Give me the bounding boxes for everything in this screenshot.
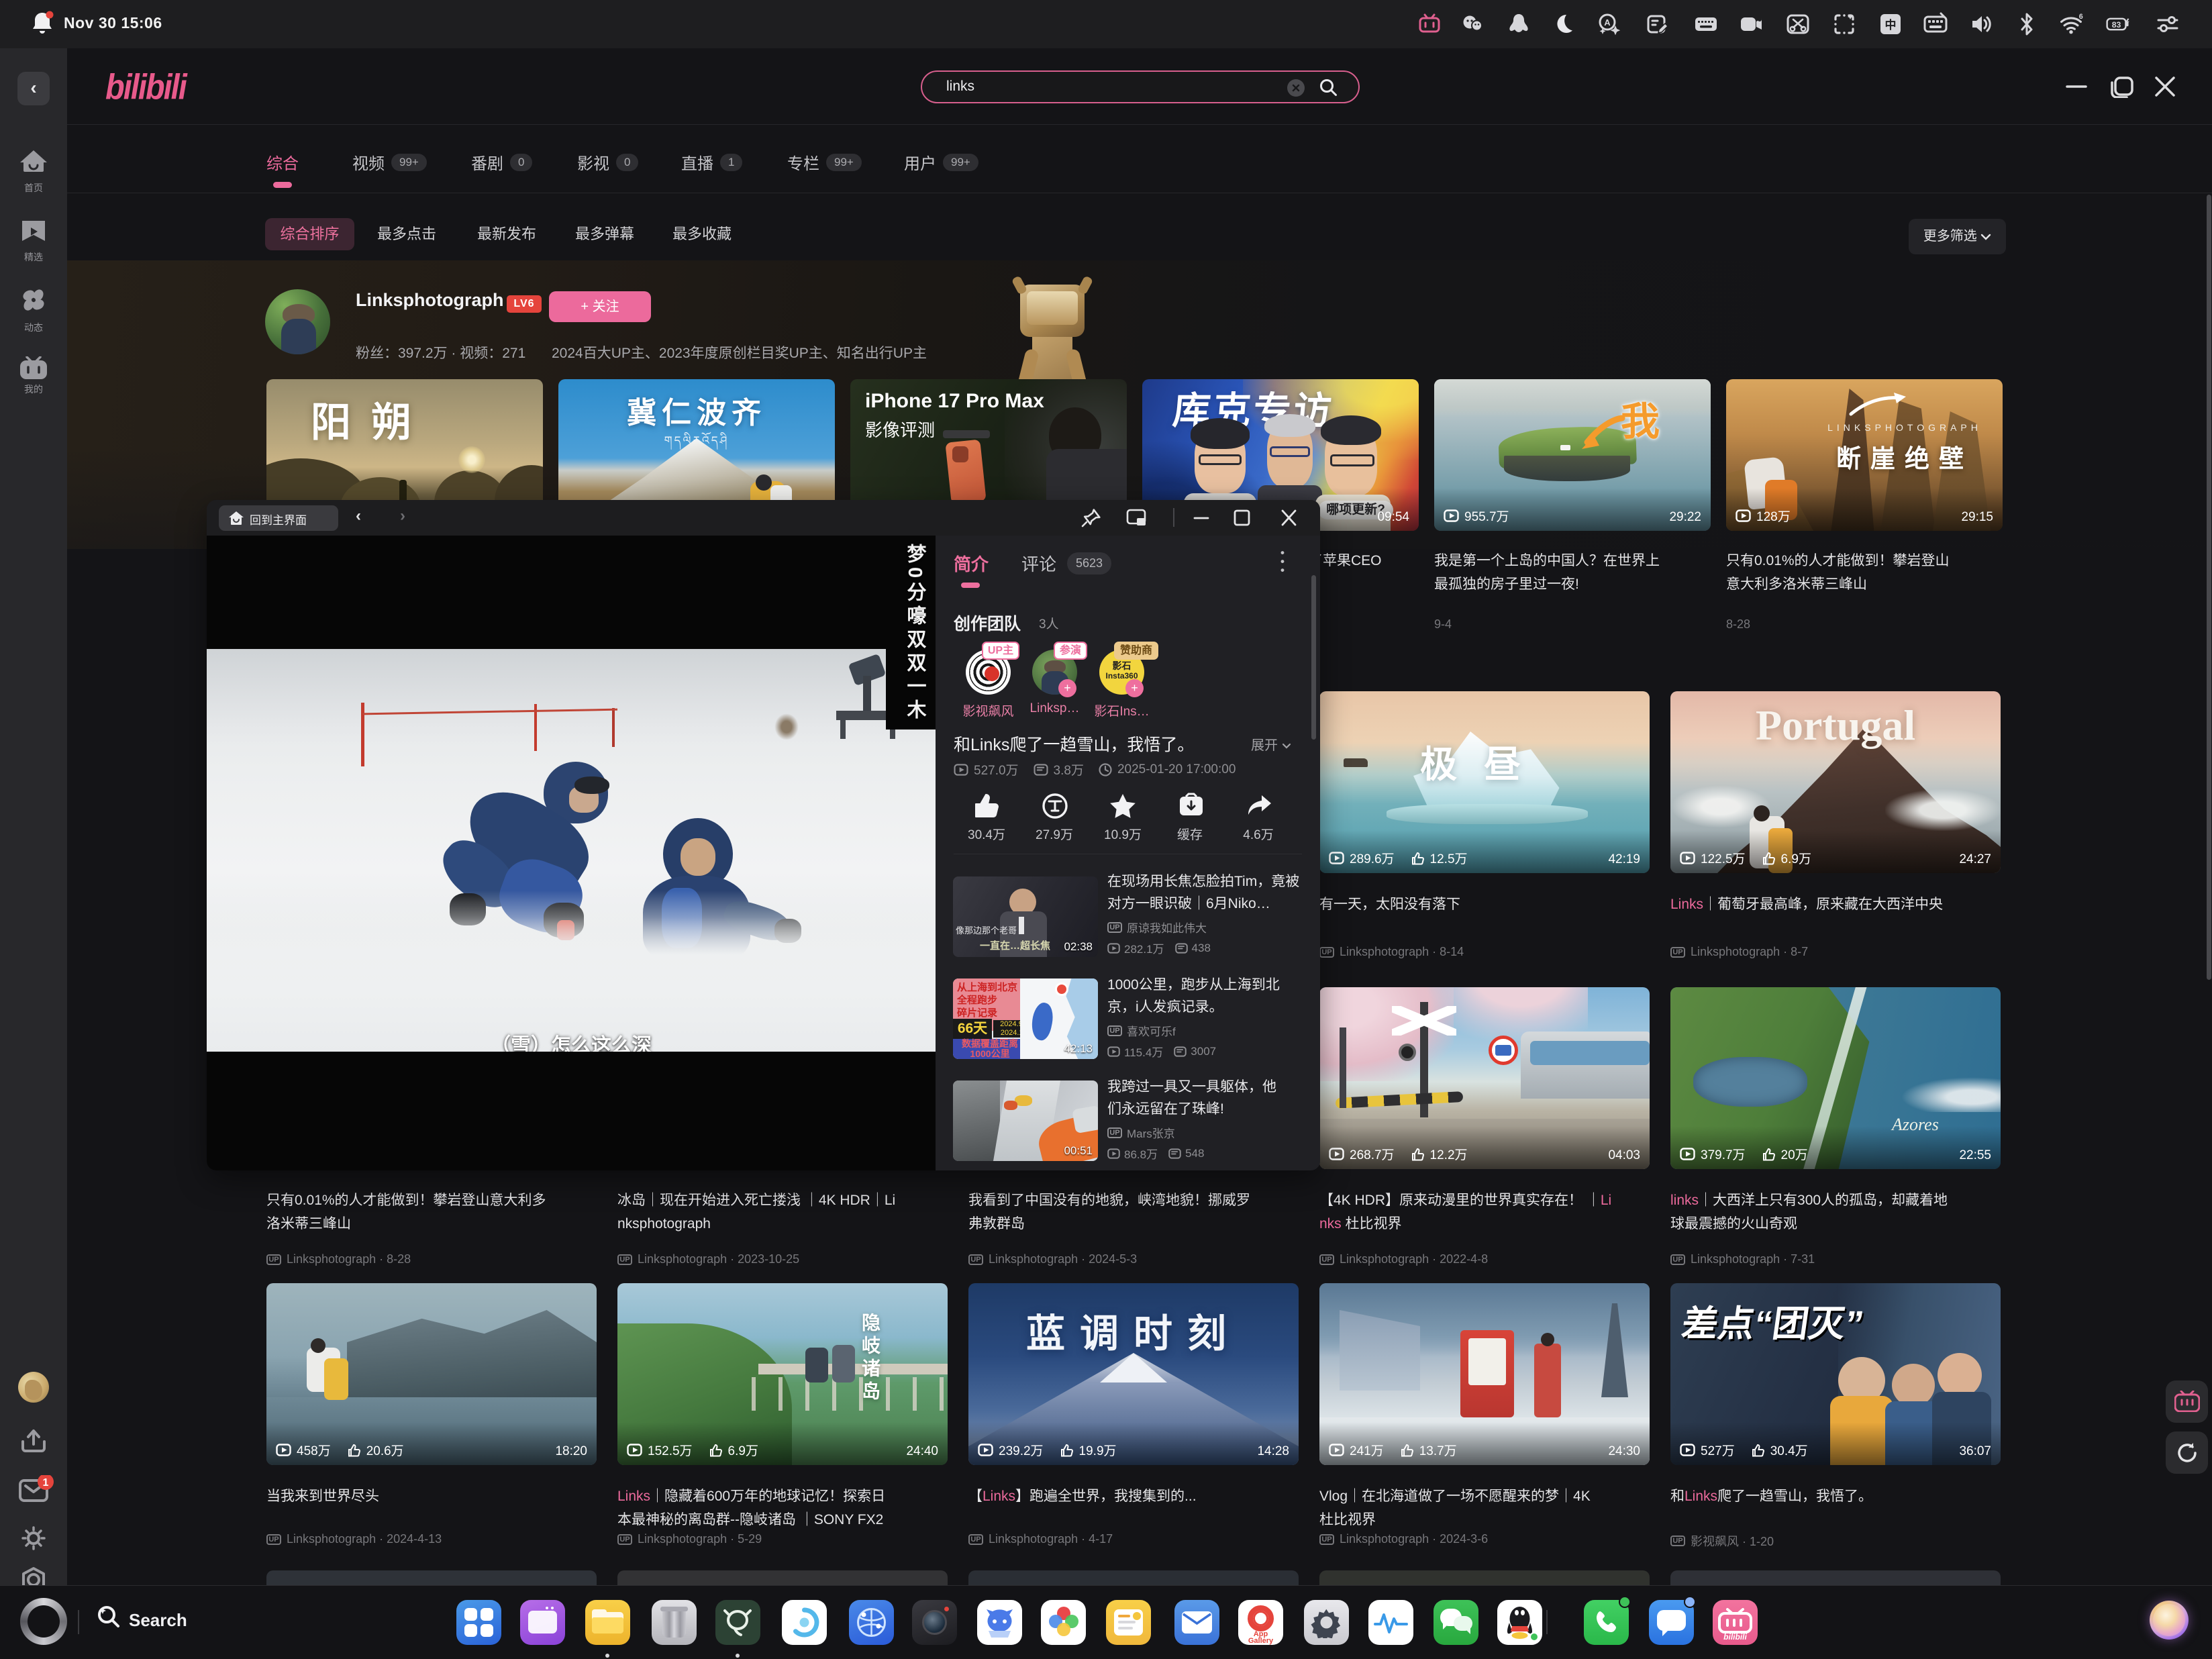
svg-text:中: 中 [1885, 18, 1897, 32]
svg-text:6: 6 [2079, 13, 2083, 21]
svg-text:1: 1 [43, 1477, 49, 1489]
svg-text:A: A [1604, 17, 1611, 28]
svg-text:83: 83 [2112, 20, 2121, 30]
